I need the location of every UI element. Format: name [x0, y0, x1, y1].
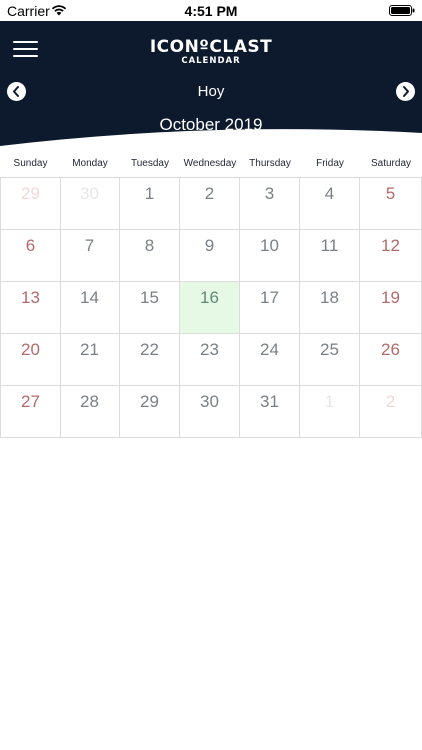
day-cell[interactable]: 29 [0, 177, 61, 230]
day-number: 25 [320, 340, 339, 359]
day-cell[interactable]: 29 [120, 386, 180, 438]
day-cell[interactable]: 30 [60, 177, 120, 230]
day-number: 15 [140, 288, 159, 307]
day-cell[interactable]: 26 [360, 334, 422, 386]
day-cell[interactable]: 14 [60, 282, 120, 334]
day-number: 28 [80, 392, 99, 411]
status-bar: Carrier 4:51 PM [0, 0, 422, 21]
weekday-label-thursday: Thursday [249, 158, 291, 169]
day-number: 30 [80, 184, 99, 203]
day-number: 27 [21, 392, 40, 411]
day-cell[interactable]: 21 [60, 334, 120, 386]
day-cell[interactable]: 31 [240, 386, 300, 438]
day-number: 18 [320, 288, 339, 307]
day-number: 21 [80, 340, 99, 359]
day-cell[interactable]: 12 [360, 230, 422, 282]
day-number: 17 [260, 288, 279, 307]
day-number: 1 [324, 392, 335, 411]
day-cell[interactable]: 9 [180, 230, 240, 282]
day-cell[interactable]: 1 [300, 386, 360, 438]
weekday-label-sunday: Sunday [13, 158, 48, 169]
day-number: 1 [144, 184, 155, 203]
logo-subtitle: CALENDAR [181, 56, 241, 66]
day-number: 2 [385, 392, 396, 411]
day-cell[interactable]: 6 [0, 230, 61, 282]
day-cell[interactable]: 10 [240, 230, 300, 282]
day-cell[interactable]: 27 [0, 386, 61, 438]
app-logo: ICONºCLAST CALENDAR [0, 37, 422, 67]
day-number: 24 [260, 340, 279, 359]
day-cell[interactable]: 19 [360, 282, 422, 334]
weekday-label-saturday: Saturday [370, 158, 412, 169]
day-cell[interactable]: 5 [360, 177, 422, 230]
day-number: 22 [140, 340, 159, 359]
day-number: 23 [200, 340, 219, 359]
day-number: 2 [204, 184, 215, 203]
day-cell[interactable]: 23 [180, 334, 240, 386]
day-cell[interactable]: 15 [120, 282, 180, 334]
day-cell[interactable]: 20 [0, 334, 61, 386]
day-number: 5 [385, 184, 396, 203]
day-cell[interactable]: 22 [120, 334, 180, 386]
day-number: 12 [381, 236, 400, 255]
calendar-grid: 29 30 1 2 3 4 5 6 7 8 9 10 11 12 13 14 15 16 17 18 19 20 21 22 2… [0, 177, 422, 438]
day-cell[interactable]: 13 [0, 282, 61, 334]
weekday-label-monday: Monday [72, 158, 108, 169]
weekday-label-wednesday: Wednesday [183, 158, 237, 169]
logo-wordmark: ICONºCLAST [149, 37, 273, 57]
weekday-label-tuesday: Tuesday [131, 158, 169, 169]
day-number: 9 [204, 236, 215, 255]
day-cell[interactable]: 2 [180, 177, 240, 230]
day-cell[interactable]: 2 [360, 386, 422, 438]
day-cell[interactable]: 17 [240, 282, 300, 334]
day-cell[interactable]: 25 [300, 334, 360, 386]
day-number: 6 [25, 236, 36, 255]
day-number: 29 [21, 184, 40, 203]
weekday-header-row: Sunday Monday Tuesday Wednesday Thursday Frid… [0, 158, 422, 172]
battery-icon [389, 5, 415, 16]
day-number: 8 [144, 236, 155, 255]
day-cell[interactable]: 4 [300, 177, 360, 230]
month-title: October 2019 [159, 115, 263, 134]
day-cell[interactable]: 30 [180, 386, 240, 438]
day-number: 19 [381, 288, 400, 307]
day-number: 10 [260, 236, 279, 255]
day-cell-today[interactable]: 16 [180, 282, 240, 334]
day-number: 30 [200, 392, 219, 411]
day-number: 7 [84, 236, 95, 255]
day-number: 14 [80, 288, 99, 307]
next-month-button[interactable] [396, 82, 415, 101]
day-number: 4 [324, 184, 335, 203]
day-number: 29 [140, 392, 159, 411]
day-number: 16 [200, 288, 219, 307]
day-number: 20 [21, 340, 40, 359]
day-number: 3 [264, 184, 275, 203]
day-cell[interactable]: 11 [300, 230, 360, 282]
day-cell[interactable]: 1 [120, 177, 180, 230]
chevron-right-icon [403, 86, 409, 97]
day-cell[interactable]: 28 [60, 386, 120, 438]
clock-time: 4:51 PM [184, 3, 238, 19]
day-cell[interactable]: 18 [300, 282, 360, 334]
day-number: 26 [381, 340, 400, 359]
today-button[interactable]: Hoy [0, 83, 422, 100]
day-cell[interactable]: 8 [120, 230, 180, 282]
day-number: 11 [320, 236, 339, 255]
calendar-header: ICONºCLAST CALENDAR Hoy October 2019 [0, 21, 422, 146]
weekday-label-friday: Friday [316, 158, 344, 169]
day-number: 31 [260, 392, 279, 411]
day-cell[interactable]: 24 [240, 334, 300, 386]
day-cell[interactable]: 3 [240, 177, 300, 230]
day-cell[interactable]: 7 [60, 230, 120, 282]
day-number: 13 [21, 288, 40, 307]
